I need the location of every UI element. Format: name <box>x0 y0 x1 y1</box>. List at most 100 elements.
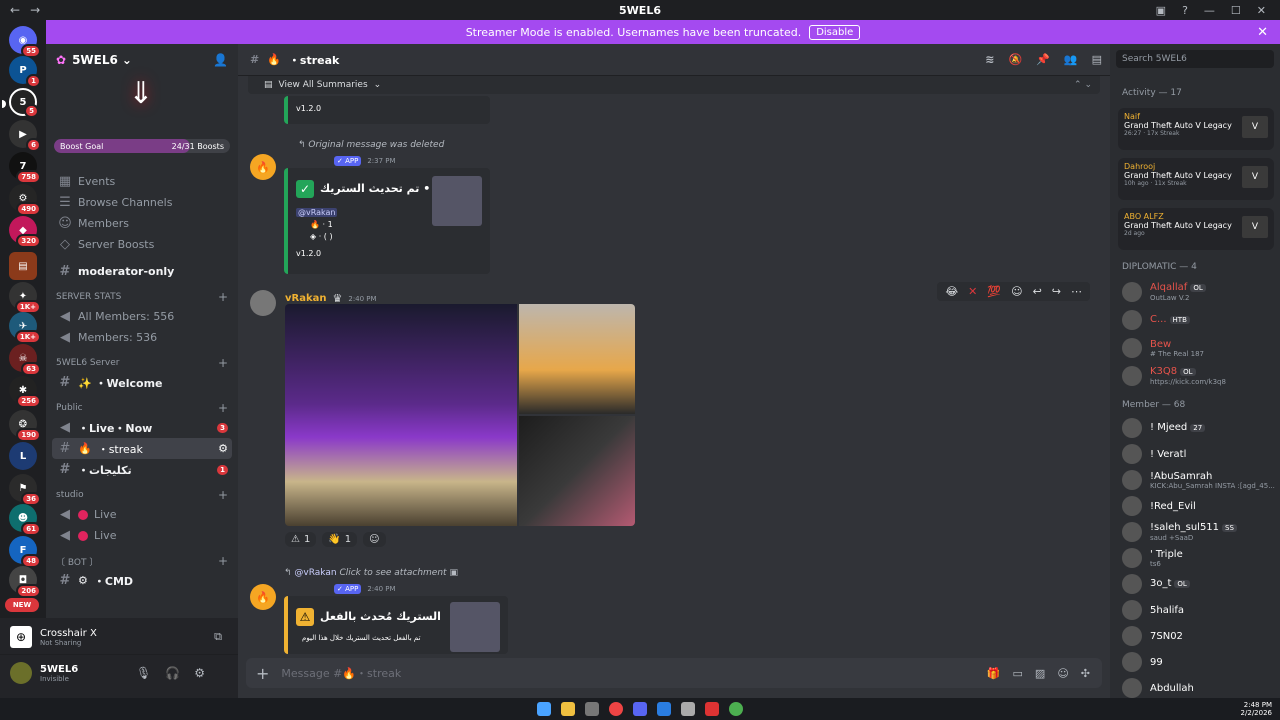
collapse-icon[interactable]: ⌃ ⌄ <box>1074 80 1092 90</box>
boost-goal-bar[interactable]: Boost Goal 24/31 Boosts <box>54 139 230 153</box>
summaries-bar[interactable]: ▤ View All Summaries ⌄ ⌃ ⌄ <box>248 76 1100 94</box>
reply-reference[interactable]: ↰ @vRakan Click to see attachment ▣ <box>284 568 458 578</box>
channel-live-now[interactable]: ◀ ・Live・Now 3 <box>46 417 238 438</box>
apps-icon[interactable]: ✣ <box>1081 667 1090 680</box>
add-channel-icon[interactable]: + <box>218 356 228 370</box>
server-icon[interactable]: ✦ 1K+ <box>9 282 41 314</box>
activity-card[interactable]: Dahrooj Grand Theft Auto V Legacy 10h ag… <box>1118 158 1274 200</box>
reply-icon[interactable]: ↩ <box>1033 285 1042 298</box>
category-public[interactable]: Public + <box>46 399 238 417</box>
server-icon-5wel6[interactable]: 55 <box>2 88 39 118</box>
server-icon[interactable]: ◘ 206 <box>9 566 41 598</box>
channel-streak[interactable]: # 🔥 ・streak ⚙ <box>52 438 232 459</box>
bot-avatar[interactable]: 🔥 <box>250 584 276 610</box>
bot-avatar[interactable]: 🔥 <box>250 154 276 180</box>
embed-thumbnail[interactable] <box>432 176 482 226</box>
server-icon[interactable]: ⚑ 36 <box>9 474 41 506</box>
file-explorer-icon[interactable] <box>561 702 575 716</box>
server-icon[interactable]: L <box>9 442 37 470</box>
activity-card[interactable]: Naif Grand Theft Auto V Legacy 26:27 · 1… <box>1118 108 1274 150</box>
back-arrow-icon[interactable]: ← <box>10 3 20 17</box>
member-row[interactable]: ' Triple ts6 <box>1122 546 1278 570</box>
member-row[interactable]: ! Veratl <box>1122 442 1278 466</box>
pin-icon[interactable]: 📌 <box>1036 53 1050 66</box>
microphone-icon[interactable]: 🎙 <box>136 666 151 680</box>
embed-thumbnail[interactable] <box>450 602 500 652</box>
category-server[interactable]: 5WEL6 Server + <box>46 354 238 372</box>
category-bot[interactable]: 〔 BOT 〕 + <box>46 552 238 570</box>
forward-arrow-icon[interactable]: → <box>30 3 40 17</box>
gif-icon[interactable]: ▭ <box>1013 667 1023 680</box>
disable-streamer-button[interactable]: Disable <box>809 24 861 40</box>
chrome-icon[interactable] <box>609 702 623 716</box>
nav-members[interactable]: ☺ Members <box>46 213 238 234</box>
member-row[interactable]: Alqallaf OL OutLaw V.2 <box>1122 280 1278 304</box>
member-row[interactable]: C... HTB <box>1122 308 1278 332</box>
server-icon[interactable]: ❂ 190 <box>9 410 41 442</box>
message-composer[interactable]: + Message #🔥・streak 🎁 ▭ ▨ ☺ ✣ <box>246 658 1102 688</box>
app-icon[interactable] <box>681 702 695 716</box>
reaction-100-icon[interactable]: 💯 <box>987 285 1001 298</box>
channel-all-members[interactable]: ◀ All Members: 556 <box>46 306 238 327</box>
member-row[interactable]: 5halifa <box>1122 598 1278 622</box>
reaction-warning[interactable]: ⚠ 1 <box>285 532 317 547</box>
member-row[interactable]: 99 <box>1122 650 1278 674</box>
channel-live-2[interactable]: ◀ Live <box>46 525 238 546</box>
system-tray-clock[interactable]: 2:48 PM 2/2/2026 <box>1241 701 1272 717</box>
channel-members-count[interactable]: ◀ Members: 536 <box>46 327 238 348</box>
category-studio[interactable]: studio + <box>46 486 238 504</box>
close-window-button[interactable]: ✕ <box>1257 4 1266 17</box>
server-icon[interactable]: F 48 <box>9 536 41 568</box>
start-icon[interactable] <box>537 702 551 716</box>
member-row[interactable]: !AbuSamrah KICK:Abu_Samrah INSTA :[agd_4… <box>1122 468 1278 492</box>
image-tea[interactable] <box>519 304 635 414</box>
add-channel-icon[interactable]: + <box>218 488 228 502</box>
minimize-button[interactable]: — <box>1204 4 1215 17</box>
reaction-x-icon[interactable]: ✕ <box>968 285 977 298</box>
server-icon-dm[interactable]: ◉ 55 <box>9 26 41 58</box>
reaction-laugh-icon[interactable]: 😂 <box>945 285 958 298</box>
nav-browse-channels[interactable]: ☰ Browse Channels <box>46 192 238 213</box>
discord-taskbar-icon[interactable] <box>633 702 647 716</box>
server-icon[interactable]: 7 758 <box>9 152 41 184</box>
app-icon[interactable] <box>729 702 743 716</box>
mail-icon[interactable] <box>657 702 671 716</box>
settings-gear-icon[interactable]: ⚙ <box>218 442 228 455</box>
close-icon[interactable]: ✕ <box>1257 25 1268 40</box>
member-row[interactable]: !Red_Evil <box>1122 494 1278 518</box>
nav-events[interactable]: ▦ Events <box>46 171 238 192</box>
channel-talks[interactable]: # ・تكليجات 1 <box>46 459 238 480</box>
server-icon[interactable]: ⚙ 490 <box>9 184 41 216</box>
channel-welcome[interactable]: # ✨ ・Welcome <box>46 372 238 393</box>
activity-card[interactable]: ABO ALFZ Grand Theft Auto V Legacy 2d ag… <box>1118 208 1274 250</box>
maximize-button[interactable]: ☐ <box>1231 4 1241 17</box>
more-icon[interactable]: ⋯ <box>1071 285 1082 298</box>
server-icon[interactable]: ☻ 61 <box>9 504 41 536</box>
channel-live-1[interactable]: ◀ Live <box>46 504 238 525</box>
server-icon[interactable]: ✈ 1K+ <box>9 312 41 344</box>
member-row[interactable]: Abdullah <box>1122 676 1278 698</box>
gift-icon[interactable]: 🎁 <box>987 667 1001 680</box>
sticker-icon[interactable]: ▨ <box>1035 667 1045 680</box>
channel-moderator-only[interactable]: # moderator-only <box>46 261 238 282</box>
user-info[interactable]: 5WEL6 Invisible <box>10 662 78 684</box>
app-icon[interactable] <box>585 702 599 716</box>
server-icon[interactable]: ◆ 320 <box>9 216 41 248</box>
help-icon[interactable]: ? <box>1182 4 1188 17</box>
member-row[interactable]: 7SN02 <box>1122 624 1278 648</box>
inbox-icon[interactable]: ▣ <box>1156 4 1166 17</box>
app-icon[interactable] <box>705 702 719 716</box>
add-reaction-icon[interactable]: ☺ <box>1011 285 1022 298</box>
add-reaction-button[interactable]: ☺ <box>363 532 386 547</box>
screen-share-icon[interactable]: ⧉ <box>214 630 222 644</box>
server-icon[interactable]: P1 <box>9 56 41 88</box>
notifications-icon[interactable]: 🔕 <box>1008 53 1022 66</box>
member-row[interactable]: Bew # The Real 187 <box>1122 336 1278 360</box>
search-input[interactable]: Search 5WEL6 <box>1116 50 1274 68</box>
member-row[interactable]: 3o_t OL <box>1122 572 1278 596</box>
user-mention[interactable]: @vRakan <box>296 208 338 217</box>
channel-cmd[interactable]: # ⚙ ・CMD <box>46 570 238 591</box>
headphones-icon[interactable]: 🎧 <box>165 666 180 680</box>
category-server-stats[interactable]: SERVER STATS + <box>46 288 238 306</box>
add-channel-icon[interactable]: + <box>218 554 228 568</box>
